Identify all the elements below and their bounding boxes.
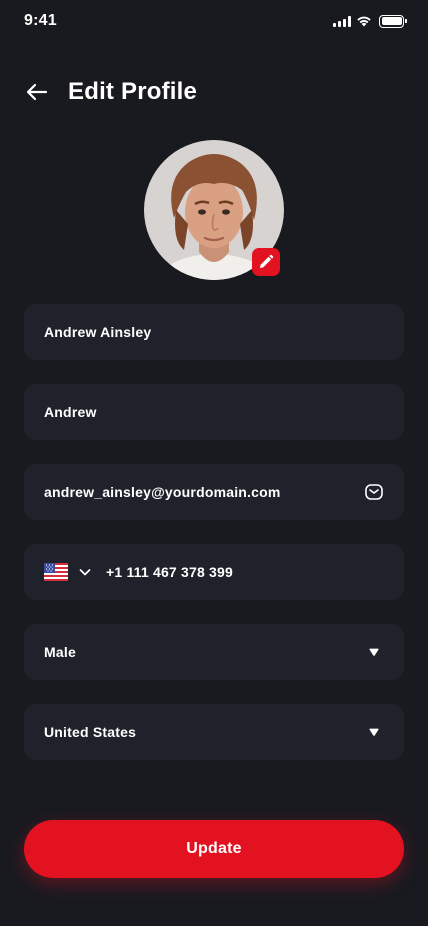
- update-button[interactable]: Update: [24, 820, 404, 878]
- gender-select[interactable]: Male: [24, 624, 404, 680]
- wifi-icon: [357, 16, 371, 27]
- full-name-field[interactable]: Andrew Ainsley: [24, 304, 404, 360]
- caret-down-icon: [364, 642, 384, 662]
- page-title: Edit Profile: [68, 78, 198, 105]
- email-field[interactable]: andrew_ainsley@yourdomain.com: [24, 464, 404, 520]
- country-select[interactable]: United States: [24, 704, 404, 760]
- status-icons: [333, 14, 407, 28]
- battery-icon: [379, 14, 407, 28]
- email-value: andrew_ainsley@yourdomain.com: [44, 484, 281, 500]
- header: Edit Profile: [24, 72, 197, 112]
- nickname-field[interactable]: Andrew: [24, 384, 404, 440]
- gender-value: Male: [44, 644, 76, 660]
- profile-avatar-container: [144, 140, 284, 280]
- update-button-label: Update: [186, 840, 242, 857]
- country-code-selector[interactable]: [44, 563, 92, 581]
- back-button[interactable]: [24, 79, 50, 105]
- us-flag-icon: [44, 563, 68, 581]
- status-time: 9:41: [24, 12, 57, 29]
- phone-field[interactable]: +1 111 467 378 399: [24, 544, 404, 600]
- nickname-value: Andrew: [44, 404, 97, 420]
- status-bar: 9:41: [0, 0, 428, 44]
- chevron-down-icon: [79, 569, 91, 576]
- country-value: United States: [44, 724, 137, 740]
- full-name-value: Andrew Ainsley: [44, 324, 152, 340]
- cellular-signal-icon: [333, 15, 351, 27]
- phone-number-value: +1 111 467 378 399: [106, 564, 234, 580]
- email-icon: [364, 482, 384, 502]
- caret-down-icon: [364, 722, 384, 742]
- pencil-icon: [260, 254, 274, 268]
- arrow-left-icon: [26, 83, 48, 101]
- edit-avatar-button[interactable]: [252, 248, 280, 276]
- edit-profile-screen: 9:41 Edit Profile Andrew Ainsley Andrew …: [0, 0, 428, 926]
